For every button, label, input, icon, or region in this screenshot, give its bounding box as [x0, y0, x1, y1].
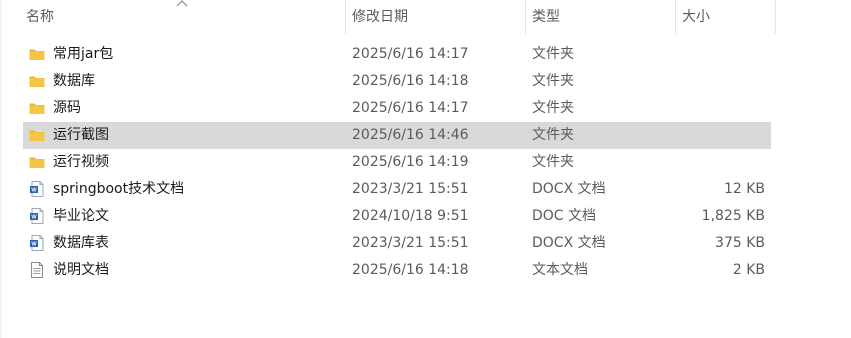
file-name: 运行截图	[53, 127, 109, 143]
word-document-icon: W	[28, 180, 46, 198]
file-type: 文件夹	[532, 46, 574, 62]
file-modified-date: 2025/6/16 14:18	[352, 73, 469, 89]
folder-icon	[28, 126, 46, 144]
column-header-type[interactable]: 类型	[526, 0, 676, 34]
file-modified-date: 2025/6/16 14:17	[352, 100, 469, 116]
file-row[interactable]: 源码 2025/6/16 14:17 文件夹	[23, 95, 771, 122]
file-modified-date: 2025/6/16 14:17	[352, 46, 469, 62]
file-type: 文件夹	[532, 127, 574, 143]
file-modified-date: 2025/6/16 14:46	[352, 127, 469, 143]
file-type: 文件夹	[532, 154, 574, 170]
file-explorer-list: 名称 修改日期 类型 大小 常用jar包 2025/6/16 14:17 文件夹 数据…	[0, 0, 851, 338]
svg-text:W: W	[31, 242, 37, 248]
file-size: 375 KB	[715, 235, 765, 251]
file-size: 12 KB	[723, 181, 765, 197]
file-size: 2 KB	[732, 262, 765, 278]
file-row[interactable]: 说明文档 2025/6/16 14:18 文本文档 2 KB	[23, 257, 771, 284]
file-name: 说明文档	[53, 262, 109, 278]
folder-icon	[28, 153, 46, 171]
column-header-size[interactable]: 大小	[676, 0, 776, 34]
svg-text:W: W	[31, 215, 37, 221]
file-type: DOCX 文档	[532, 235, 606, 251]
folder-icon	[28, 72, 46, 90]
file-row[interactable]: 常用jar包 2025/6/16 14:17 文件夹	[23, 41, 771, 68]
file-type: 文件夹	[532, 100, 574, 116]
file-modified-date: 2023/3/21 15:51	[352, 181, 469, 197]
pane-border	[0, 0, 2, 338]
file-modified-date: 2025/6/16 14:18	[352, 262, 469, 278]
file-type: DOC 文档	[532, 208, 597, 224]
file-row[interactable]: Wspringboot技术文档 2023/3/21 15:51 DOCX 文档 12 …	[23, 176, 771, 203]
file-name: springboot技术文档	[53, 181, 185, 197]
file-modified-date: 2024/10/18 9:51	[352, 208, 469, 224]
svg-text:W: W	[31, 188, 37, 194]
file-row[interactable]: 数据库 2025/6/16 14:18 文件夹	[23, 68, 771, 95]
file-size: 1,825 KB	[701, 208, 765, 224]
file-type: 文本文档	[532, 262, 588, 278]
file-modified-date: 2023/3/21 15:51	[352, 235, 469, 251]
folder-icon	[28, 45, 46, 63]
file-name: 数据库	[53, 73, 95, 89]
file-row[interactable]: 运行视频 2025/6/16 14:19 文件夹	[23, 149, 771, 176]
column-header-name[interactable]: 名称	[20, 0, 346, 34]
file-row[interactable]: W 毕业论文 2024/10/18 9:51 DOC 文档 1,825 KB	[23, 203, 771, 230]
file-name: 毕业论文	[53, 208, 109, 224]
folder-icon	[28, 99, 46, 117]
file-name: 源码	[53, 100, 81, 116]
file-row[interactable]: W 数据库表 2023/3/21 15:51 DOCX 文档 375 KB	[23, 230, 771, 257]
file-modified-date: 2025/6/16 14:19	[352, 154, 469, 170]
column-header-date[interactable]: 修改日期	[346, 0, 526, 34]
file-name: 运行视频	[53, 154, 109, 170]
word-document-icon: W	[28, 207, 46, 225]
file-name: 常用jar包	[53, 46, 114, 62]
file-type: DOCX 文档	[532, 181, 606, 197]
file-type: 文件夹	[532, 73, 574, 89]
word-document-icon: W	[28, 234, 46, 252]
file-row[interactable]: 运行截图 2025/6/16 14:46 文件夹	[23, 122, 771, 149]
column-header-bar: 名称 修改日期 类型 大小	[0, 0, 776, 34]
text-document-icon	[28, 261, 46, 279]
file-name: 数据库表	[53, 235, 109, 251]
